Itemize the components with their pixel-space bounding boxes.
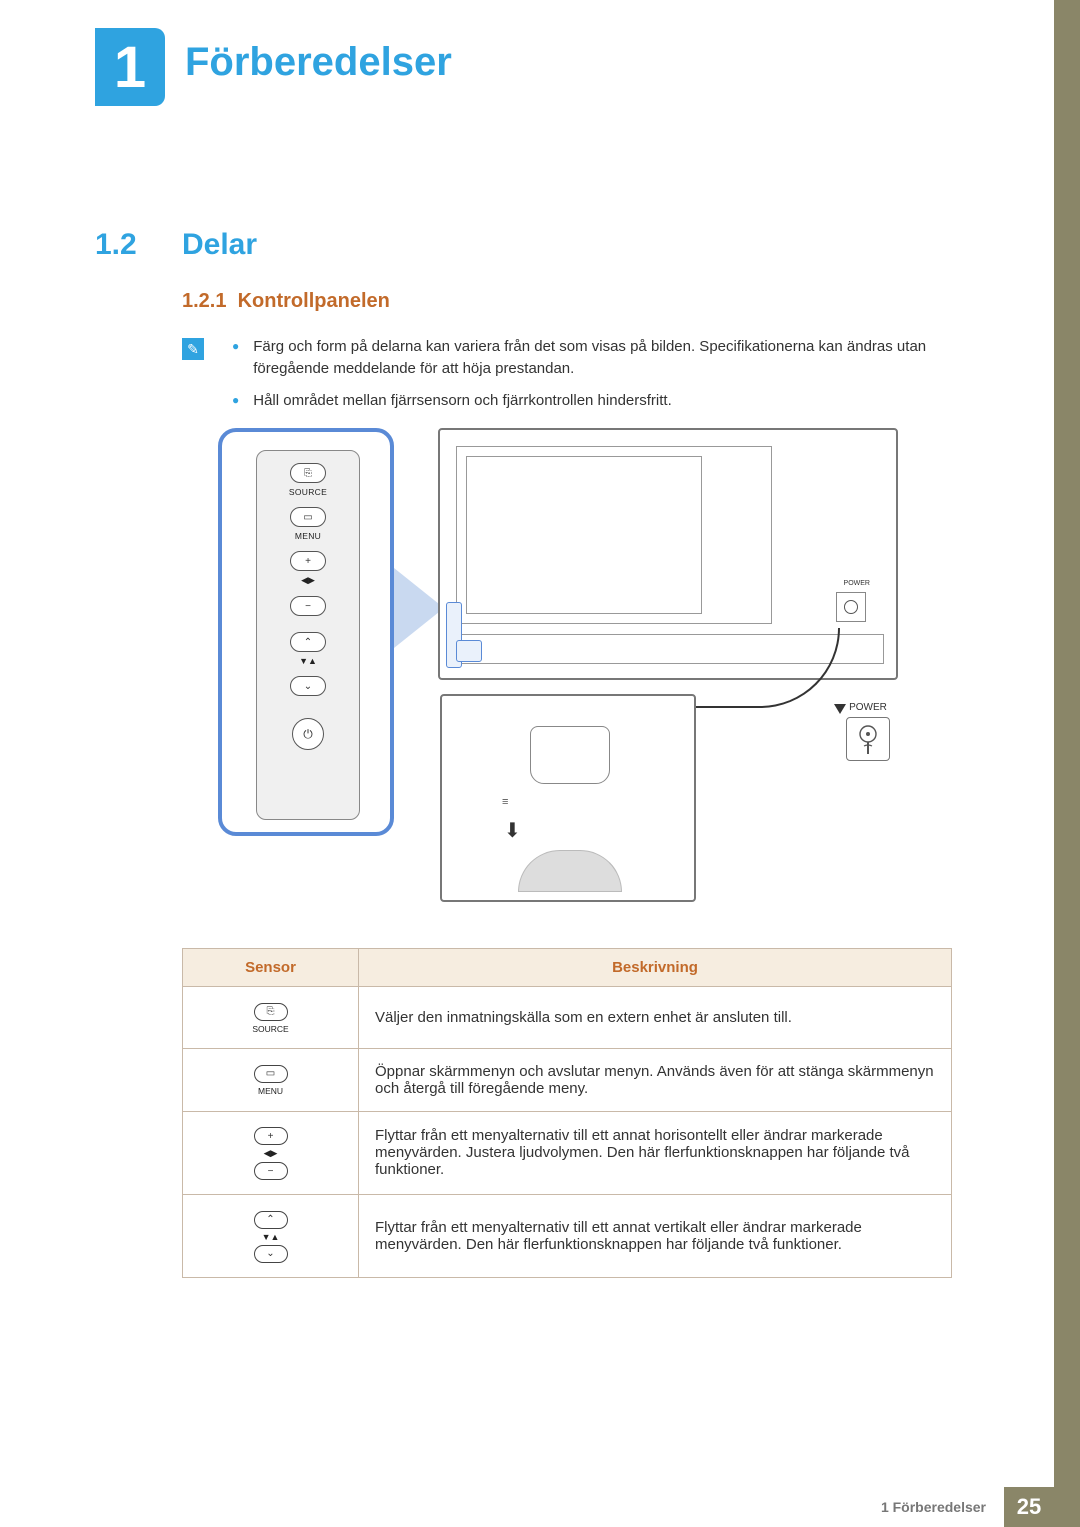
minus-button-icon: − — [290, 596, 326, 616]
menu-label: MENU — [295, 531, 321, 541]
bullet-icon: ● — [232, 390, 239, 412]
indicator-lines-icon: ≡ — [502, 796, 510, 808]
sensor-cell: ▭ MENU — [183, 1048, 359, 1111]
callout-arrow-curve — [690, 628, 840, 708]
plus-button-icon: + — [290, 551, 326, 571]
button-column-callout: ⎘ SOURCE ▭ MENU + ◀▶ − ⌃ ▼▲ ⌄ ⏻ — [218, 428, 394, 836]
callout-pointer-icon — [394, 568, 444, 648]
sensor-zoom-view: ≡ ⬇ — [440, 694, 696, 902]
description-cell: Öppnar skärmmenyn och avslutar menyn. An… — [359, 1048, 952, 1111]
ud-arrows-icon: ▼▲ — [262, 1232, 280, 1242]
sensor-cell: ⎘ SOURCE — [183, 987, 359, 1049]
side-strip — [1054, 0, 1080, 1527]
description-cell: Flyttar från ett menyalternativ till ett… — [359, 1195, 952, 1278]
bullet-icon: ● — [232, 336, 239, 380]
col-description: Beskrivning — [359, 949, 952, 987]
power-label-small: POWER — [844, 580, 870, 587]
section-number: 1.2 — [95, 228, 137, 262]
down-icon: ⌄ — [254, 1245, 288, 1263]
col-sensor: Sensor — [183, 949, 359, 987]
power-port-zoom: POWER — [840, 702, 896, 761]
source-label: SOURCE — [289, 487, 327, 497]
sensor-cell: + ◀▶ − — [183, 1111, 359, 1195]
footer-chapter: 1 Förberedelser — [881, 1499, 1004, 1515]
table-row: ⎘ SOURCE Väljer den inmatningskälla som … — [183, 987, 952, 1049]
power-connector-icon — [846, 717, 890, 761]
chapter-title: Förberedelser — [185, 40, 452, 85]
subsection-heading: 1.2.1 Kontrollpanelen — [182, 290, 390, 313]
plus-icon: + — [254, 1127, 288, 1145]
note-icon: ✎ — [182, 338, 204, 360]
remote-sensor-icon — [530, 726, 610, 784]
button-column: ⎘ SOURCE ▭ MENU + ◀▶ − ⌃ ▼▲ ⌄ ⏻ — [256, 450, 360, 820]
down-arrow-icon: ⬇ — [504, 818, 521, 843]
note-text: Färg och form på delarna kan variera frå… — [253, 336, 952, 380]
description-cell: Flyttar från ett menyalternativ till ett… — [359, 1111, 952, 1195]
description-cell: Väljer den inmatningskälla som en extern… — [359, 987, 952, 1049]
table-row: ⌃ ▼▲ ⌄ Flyttar från ett menyalternativ t… — [183, 1195, 952, 1278]
down-button-icon: ⌄ — [290, 676, 326, 696]
page-footer: 1 Förberedelser 25 — [881, 1487, 1054, 1527]
lr-arrows-icon: ◀▶ — [301, 575, 315, 586]
ir-sensor-icon — [456, 640, 482, 662]
source-icon: ⎘ — [254, 1003, 288, 1021]
note-list: ● Färg och form på delarna kan variera fr… — [232, 336, 952, 421]
table-row: + ◀▶ − Flyttar från ett menyalternativ t… — [183, 1111, 952, 1195]
lr-arrows-icon: ◀▶ — [264, 1148, 278, 1159]
control-panel-diagram: ⎘ SOURCE ▭ MENU + ◀▶ − ⌃ ▼▲ ⌄ ⏻ POWER ≡ … — [218, 428, 900, 908]
source-button-icon: ⎘ — [290, 463, 326, 483]
power-label: POWER — [840, 702, 896, 713]
source-label: SOURCE — [252, 1024, 288, 1034]
section-title: Delar — [182, 228, 257, 262]
menu-icon: ▭ — [254, 1065, 288, 1083]
sensor-cell: ⌃ ▼▲ ⌄ — [183, 1195, 359, 1278]
up-icon: ⌃ — [254, 1211, 288, 1229]
up-button-icon: ⌃ — [290, 632, 326, 652]
power-port-icon — [836, 592, 866, 622]
stand-slot-icon — [518, 850, 622, 892]
menu-button-icon: ▭ — [290, 507, 326, 527]
sensor-table: Sensor Beskrivning ⎘ SOURCE Väljer den i… — [182, 948, 952, 1278]
power-button-icon: ⏻ — [292, 718, 324, 750]
chapter-number-tab: 1 — [95, 28, 165, 106]
menu-label: MENU — [258, 1086, 283, 1096]
ud-arrows-icon: ▼▲ — [299, 656, 317, 666]
table-row: ▭ MENU Öppnar skärmmenyn och avslutar me… — [183, 1048, 952, 1111]
page-number: 25 — [1004, 1487, 1054, 1527]
minus-icon: − — [254, 1162, 288, 1180]
note-text: Håll området mellan fjärrsensorn och fjä… — [253, 390, 672, 412]
